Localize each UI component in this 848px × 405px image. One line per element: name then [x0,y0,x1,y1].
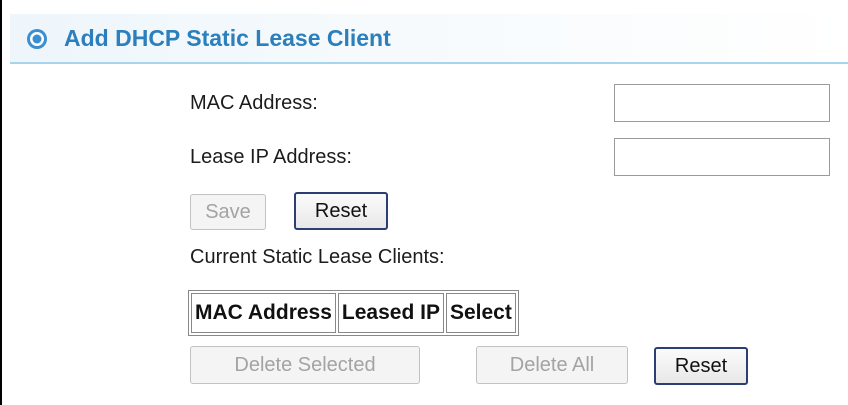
mac-address-input[interactable] [614,84,830,122]
lease-ip-label: Lease IP Address: [190,146,352,168]
reset-list-button[interactable]: Reset [654,347,748,385]
current-clients-label: Current Static Lease Clients: [190,246,445,268]
table-header-row: MAC Address Leased IP Select [191,293,516,333]
column-leased-ip: Leased IP [337,293,444,333]
target-icon [27,29,47,49]
lease-ip-input[interactable] [614,138,830,176]
save-button[interactable]: Save [190,194,266,230]
reset-form-button[interactable]: Reset [294,192,388,230]
column-mac-address: MAC Address [191,293,336,333]
delete-all-button[interactable]: Delete All [476,346,628,384]
mac-address-label: MAC Address: [190,92,318,114]
static-lease-clients-table: MAC Address Leased IP Select [188,290,519,336]
section-title: Add DHCP Static Lease Client [64,25,391,51]
delete-selected-button[interactable]: Delete Selected [190,346,420,384]
column-select: Select [445,293,516,333]
section-header: Add DHCP Static Lease Client [10,14,848,64]
